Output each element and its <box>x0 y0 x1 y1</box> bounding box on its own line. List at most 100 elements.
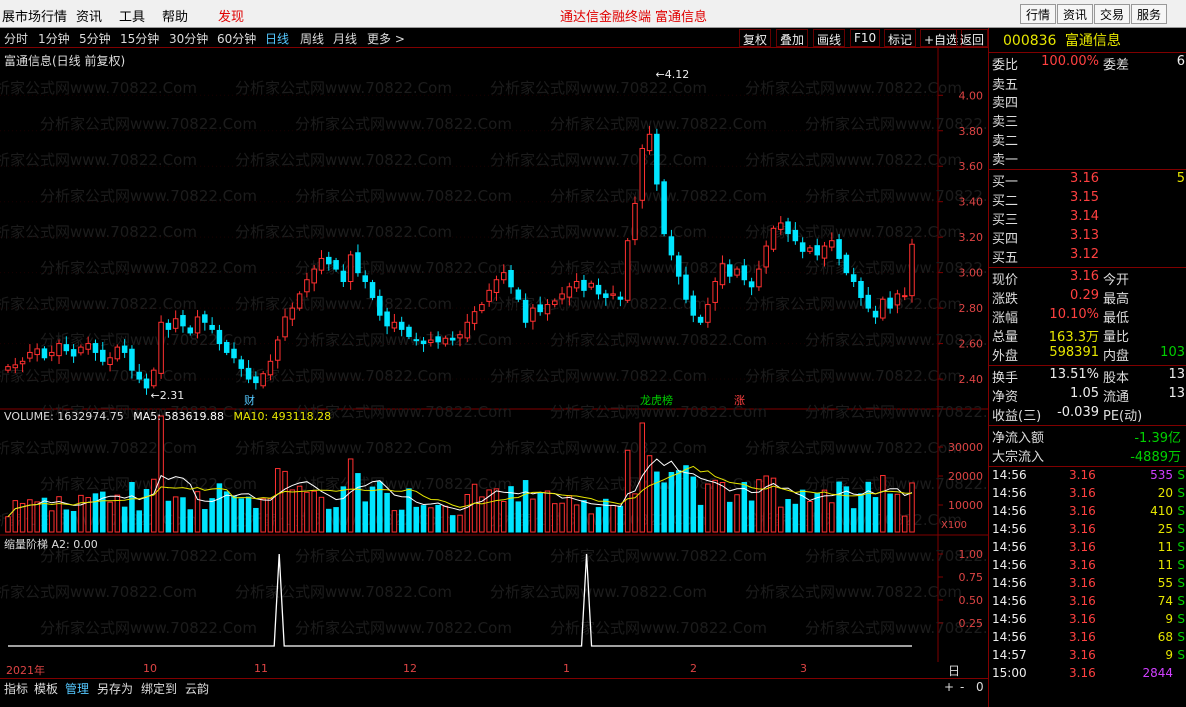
adjust-button[interactable]: 复权 <box>739 29 772 47</box>
period-15min[interactable]: 15分钟 <box>120 30 159 47</box>
candle-body <box>712 280 718 303</box>
candle-body <box>493 279 500 293</box>
candle-body <box>165 322 172 330</box>
tick-volume: 410 <box>1150 504 1173 518</box>
candle-body <box>785 221 791 235</box>
candle-body <box>559 293 565 300</box>
time-label: 10 <box>143 662 157 675</box>
watermark-text: 分析家公式网www.70822.Com <box>550 115 767 133</box>
period-60min[interactable]: 60分钟 <box>217 30 256 47</box>
tick-price: 3.16 <box>1069 612 1096 626</box>
candle-body <box>442 337 449 345</box>
service-button[interactable]: 服务 <box>1131 4 1168 24</box>
info-button[interactable]: 资讯 <box>1057 4 1094 24</box>
volume-bar <box>661 482 667 533</box>
price-chart-title: 富通信息(日线 前复权) <box>4 54 126 68</box>
volume-bar <box>194 491 201 533</box>
volume-bar <box>274 468 281 533</box>
volume-bar <box>668 471 675 533</box>
mark-button[interactable]: 标记 <box>884 29 917 47</box>
candle-body <box>690 295 697 316</box>
tick-time: 14:56 <box>992 522 1027 536</box>
period-monthly[interactable]: 月线 <box>333 30 357 47</box>
volume-bar <box>785 499 791 533</box>
quote-button[interactable]: 行情 <box>1020 4 1057 24</box>
candle-body <box>355 252 361 274</box>
tab-manage[interactable]: 管理 <box>65 680 89 697</box>
volume-bar <box>778 506 784 533</box>
trade-button[interactable]: 交易 <box>1094 4 1131 24</box>
time-label: 12 <box>403 662 417 675</box>
candle-body <box>318 257 325 271</box>
quote-row-label: 换手 <box>992 371 1019 386</box>
quote-row-value: 598391 <box>1049 345 1099 360</box>
draw-button[interactable]: 画线 <box>813 29 846 47</box>
candle-body <box>471 311 478 324</box>
volume-value: VOLUME: 1632974.75 <box>4 410 124 423</box>
tab-save-as[interactable]: 另存为 <box>97 680 133 697</box>
volume-bar <box>245 496 252 533</box>
period-minute-chart[interactable]: 分时 <box>4 30 28 47</box>
zoom-out-button[interactable]: - <box>960 680 964 694</box>
tick-time: 14:56 <box>992 486 1027 500</box>
back-button[interactable]: 返回 <box>956 29 988 47</box>
tick-side: S <box>1177 540 1185 554</box>
volume-bar <box>209 498 215 533</box>
quote-row-label: 委比 <box>992 58 1019 73</box>
menu-news[interactable]: 资讯 <box>76 6 102 25</box>
tab-indicator[interactable]: 指标 <box>4 680 28 697</box>
price-tick-label: 2.80 <box>959 302 984 315</box>
quote-row: 买三 3.14 <box>989 209 1186 228</box>
f10-button[interactable]: F10 <box>850 29 881 47</box>
stock-header: 000836 富通信息 <box>1003 30 1121 52</box>
candle-body <box>595 284 602 295</box>
menu-help[interactable]: 帮助 <box>162 6 188 25</box>
candle-body <box>12 364 19 369</box>
candle-body <box>552 300 558 306</box>
quote-row-label2: PE(动) <box>1103 409 1143 424</box>
volume-bar <box>158 415 164 533</box>
quote-row: 现价 3.16 今开 <box>989 269 1186 288</box>
divider <box>989 425 1186 426</box>
period-5min[interactable]: 5分钟 <box>79 30 111 47</box>
volume-bar <box>872 497 879 533</box>
volume-bar <box>850 508 857 533</box>
watermark-text: 分析家公式网www.70822.Com <box>235 79 452 97</box>
tick-time: 15:00 <box>992 666 1027 680</box>
tab-bind[interactable]: 绑定到 <box>141 680 177 697</box>
quote-row-value: -0.039 <box>1057 405 1099 420</box>
period-more[interactable]: 更多 > <box>367 30 405 47</box>
volume-bar <box>172 496 179 533</box>
volume-bar <box>355 473 361 533</box>
candle-body <box>748 281 755 288</box>
quote-row-label2: 流通 <box>1103 390 1130 405</box>
tick-row: 14:56 3.16 68 S <box>989 630 1186 648</box>
candle-body <box>428 339 434 344</box>
period-daily[interactable]: 日线 <box>265 30 289 47</box>
candle-body <box>880 298 886 319</box>
chart-area[interactable]: 分析家公式网www.70822.Com 分析家公式网www.70822.Com 分析… <box>0 48 988 662</box>
zoom-in-button[interactable]: + <box>944 680 954 694</box>
candle-body <box>27 351 33 359</box>
menu-discover[interactable]: 发现 <box>218 6 244 25</box>
menu-tools[interactable]: 工具 <box>119 6 145 25</box>
tick-volume: 9 <box>1165 612 1173 626</box>
volume-bar <box>471 483 478 533</box>
tick-price: 3.16 <box>1069 504 1096 518</box>
quote-row-value: 100.00% <box>1041 54 1099 69</box>
overlay-button[interactable]: 叠加 <box>776 29 809 47</box>
period-30min[interactable]: 30分钟 <box>169 30 208 47</box>
period-1min[interactable]: 1分钟 <box>38 30 70 47</box>
watermark-text: 分析家公式网www.70822.Com <box>0 295 197 313</box>
quote-row-value2: 6 <box>1176 54 1185 69</box>
menu-market[interactable]: 展市场行情 <box>2 6 67 25</box>
candle-body <box>726 264 733 277</box>
tab-cloud[interactable]: 云韵 <box>185 680 209 697</box>
candle-body <box>581 279 587 291</box>
watermark-text: 分析家公式网www.70822.Com <box>40 187 257 205</box>
candle-body <box>362 275 368 282</box>
period-weekly[interactable]: 周线 <box>300 30 324 47</box>
zoom-reset-button[interactable]: 0 <box>976 680 984 694</box>
watermark-text: 分析家公式网www.70822.Com <box>235 151 452 169</box>
tab-template[interactable]: 模板 <box>34 680 58 697</box>
